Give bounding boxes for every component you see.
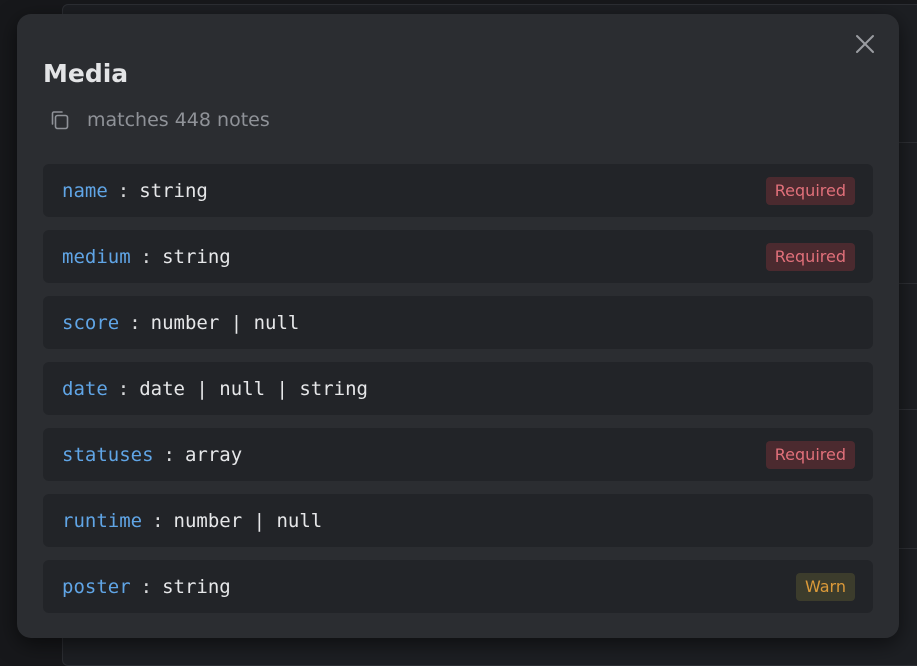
field-row[interactable]: score: number | null [43,296,873,349]
field-name: runtime [62,509,143,532]
field-row[interactable]: runtime: number | null [43,494,873,547]
field-row[interactable]: date: date | null | string [43,362,873,415]
background-divider [898,142,917,143]
copy-icon[interactable] [49,109,71,131]
field-name: medium [62,245,131,268]
field-separator: : [163,443,175,466]
close-icon[interactable] [853,32,877,56]
field-type: string [139,179,208,202]
background-divider [898,283,917,284]
field-type: number | null [150,311,300,334]
field-separator: : [117,377,130,400]
field-row[interactable]: name: string Required [43,164,873,217]
required-badge: Required [765,441,855,469]
field-type: date | null | string [139,377,368,400]
background-divider [898,548,917,549]
field-name: score [62,311,120,334]
close-button[interactable] [853,32,877,56]
field-name: date [62,377,108,400]
warn-badge: Warn [795,573,855,601]
field-name: poster [62,575,131,598]
field-type: array [184,443,243,466]
background-divider [898,409,917,410]
field-name: statuses [62,443,154,466]
match-count: matches 448 notes [87,109,270,131]
field-row[interactable]: medium: string Required [43,230,873,283]
field-type: number | null [173,509,323,532]
field-name: name [62,179,108,202]
match-count-row: matches 448 notes [49,109,270,131]
field-separator: : [117,179,130,202]
field-separator: : [140,575,153,598]
required-badge: Required [765,243,855,271]
field-separator: : [152,509,164,532]
schema-modal: Media matches 448 notes name: string Requi… [17,14,899,638]
field-separator: : [140,245,153,268]
field-list: name: string Required medium: string Required… [43,164,873,626]
modal-title: Media [43,59,129,88]
field-row[interactable]: statuses: array Required [43,428,873,481]
field-row[interactable]: poster: string Warn [43,560,873,613]
field-type: string [162,575,231,598]
required-badge: Required [765,177,855,205]
field-separator: : [129,311,141,334]
field-type: string [162,245,231,268]
